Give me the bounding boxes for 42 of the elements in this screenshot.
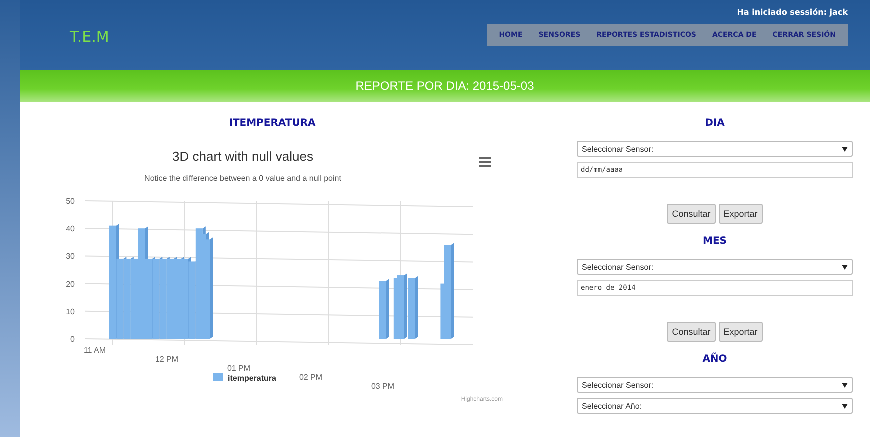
logo-text: T.E.M bbox=[69, 27, 110, 48]
section-heading: DIA bbox=[704, 118, 726, 129]
axis-label: 01 PM bbox=[226, 364, 250, 373]
select-value: Seleccionar Sensor: bbox=[582, 262, 654, 272]
bar bbox=[397, 274, 407, 339]
axis-label: 30 bbox=[66, 252, 74, 262]
button[interactable]: Exportar bbox=[718, 204, 763, 224]
session-text: Ha iniciado sessión: jack bbox=[737, 8, 848, 17]
axis-label: 20 bbox=[66, 280, 74, 289]
select-field[interactable]: Seleccionar Año: bbox=[577, 398, 853, 414]
caret-icon bbox=[842, 404, 848, 408]
section-heading: AÑO bbox=[702, 354, 728, 365]
button[interactable]: Consultar bbox=[667, 204, 716, 224]
report-banner: REPORTE POR DIA: 2015-05-03 bbox=[20, 70, 870, 102]
select-value: Seleccionar Sensor: bbox=[582, 144, 654, 154]
axis-label: 03 PM bbox=[370, 382, 394, 391]
button[interactable]: Consultar bbox=[667, 322, 716, 342]
chart-subtitle: Notice the difference between a 0 value and a null point bbox=[144, 174, 341, 183]
axis-label: 0 bbox=[70, 335, 74, 344]
bar bbox=[379, 279, 389, 339]
axis-label: 02 PM bbox=[298, 373, 322, 382]
caret-icon bbox=[842, 264, 848, 270]
select-field[interactable]: Seleccionar Sensor: bbox=[577, 141, 853, 157]
section-heading: ITEMPERATURA bbox=[229, 118, 316, 129]
select-value: Seleccionar Año: bbox=[582, 402, 642, 410]
axis-label: 10 bbox=[66, 307, 74, 316]
legend-label: itemperatura bbox=[228, 374, 276, 383]
section-heading: MES bbox=[702, 236, 728, 247]
axis-label: 50 bbox=[66, 197, 74, 206]
chart-title: 3D chart with null values bbox=[172, 149, 313, 164]
axis-label: 12 PM bbox=[154, 355, 178, 364]
caret-icon bbox=[842, 146, 848, 152]
select-field[interactable]: Seleccionar Sensor: bbox=[577, 377, 853, 393]
bar bbox=[408, 276, 418, 339]
caret-icon bbox=[842, 382, 848, 388]
menu-icon bbox=[478, 157, 490, 167]
select-value: Seleccionar Sensor: bbox=[582, 380, 654, 390]
axis-label: 40 bbox=[66, 224, 74, 234]
legend-swatch bbox=[212, 373, 222, 381]
button[interactable]: Exportar bbox=[718, 322, 763, 342]
select-field[interactable]: Seleccionar Sensor: bbox=[577, 259, 853, 275]
axis-label: 11 AM bbox=[83, 346, 106, 355]
